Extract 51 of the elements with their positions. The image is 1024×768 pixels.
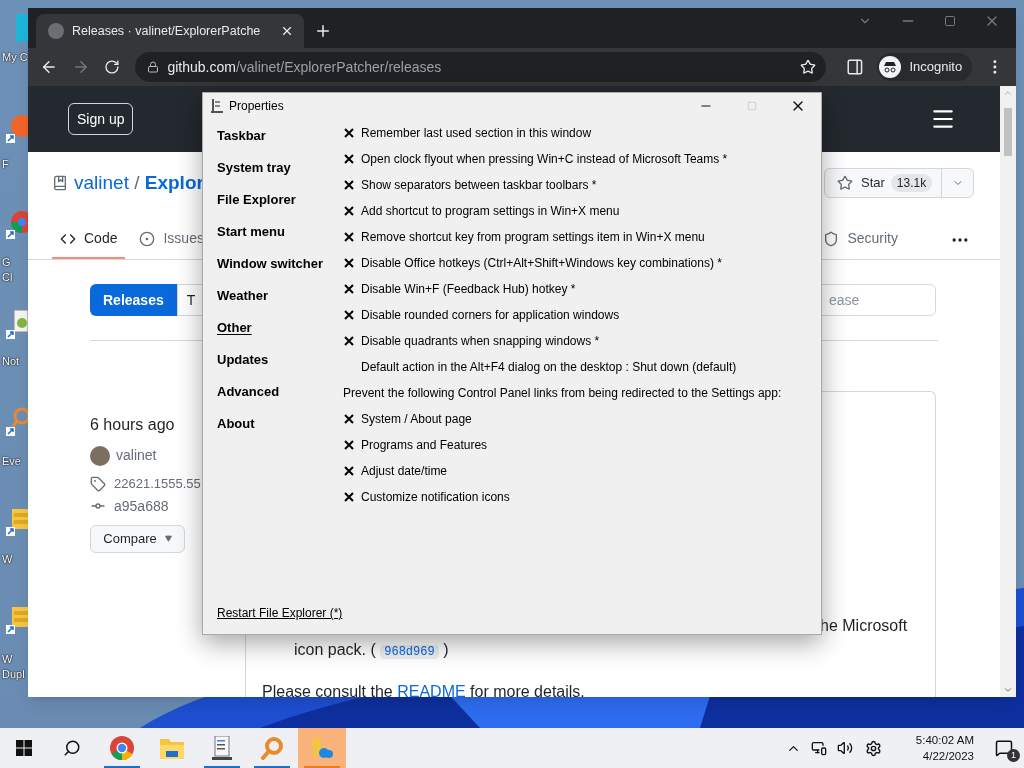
- option-label[interactable]: Disable Office hotkeys (Ctrl+Alt+Shift+Windows key combinations) *: [361, 254, 722, 272]
- option-label[interactable]: Default action in the Alt+F4 dialog on the desktop : Shut down (default): [361, 358, 737, 376]
- notification-count: 1: [1007, 749, 1020, 762]
- repo-title[interactable]: valinet / Explor: [74, 168, 204, 198]
- incognito-badge[interactable]: Incognito: [877, 53, 973, 81]
- readme-link[interactable]: README: [397, 683, 466, 697]
- restart-link[interactable]: Restart File Explorer (*): [217, 604, 343, 622]
- section-link[interactable]: About: [217, 414, 255, 434]
- profile-label: Incognito: [909, 58, 963, 77]
- option-label[interactable]: Programs and Features: [361, 436, 488, 454]
- clock[interactable]: 5:40:02 AM 4/22/2023: [904, 732, 974, 764]
- option-label[interactable]: System / About page: [361, 410, 472, 428]
- release-note: Please consult the README for more details.: [262, 682, 586, 697]
- star-count: 13.1k: [890, 174, 933, 192]
- tab-title: Releases · valinet/ExplorerPatche: [72, 22, 262, 40]
- release-time: 6 hours ago: [90, 415, 175, 435]
- subnav-tab[interactable]: Releases: [90, 284, 177, 316]
- author-name[interactable]: valinet: [116, 445, 157, 466]
- compare-button[interactable]: Compare: [90, 524, 185, 553]
- option-label[interactable]: Disable Win+F (Feedback Hub) hotkey *: [361, 280, 576, 298]
- option-label[interactable]: Add shortcut to program settings in Win+X menu: [361, 202, 620, 220]
- option-label[interactable]: Remove shortcut key from program settings item in Win+X menu: [361, 228, 705, 246]
- star-label: Star: [861, 174, 885, 193]
- commit-hash[interactable]: a95a688: [114, 495, 169, 517]
- tag-name[interactable]: 22621.1555.55: [114, 474, 201, 494]
- section-link[interactable]: Taskbar: [217, 126, 266, 146]
- sign-up-button[interactable]: Sign up: [68, 103, 134, 135]
- section-link[interactable]: Window switcher: [217, 254, 324, 274]
- option-label[interactable]: Remember last used section in this window: [361, 124, 592, 142]
- section-link[interactable]: Start menu: [217, 222, 285, 242]
- section-link[interactable]: System tray: [217, 158, 291, 178]
- window-title: Properties: [229, 98, 284, 115]
- url-text: github.com/valinet/ExplorerPatcher/releases: [167, 57, 443, 77]
- option-label[interactable]: Open clock flyout when pressing Win+C instead of Microsoft Teams *: [361, 150, 728, 168]
- section-link[interactable]: Weather: [217, 286, 269, 306]
- option-label[interactable]: Show separators between taskbar toolbars *: [361, 176, 597, 194]
- option-label[interactable]: Adjust date/time: [361, 462, 448, 480]
- commit-link[interactable]: 968d969: [380, 645, 439, 659]
- group-heading: Prevent the following Control Panel links from being redirected to the Settings app:: [343, 385, 782, 402]
- browser-tab[interactable]: Releases · valinet/ExplorerPatche: [36, 14, 304, 48]
- section-link[interactable]: Advanced: [217, 382, 280, 402]
- star-button[interactable]: Star 13.1k: [824, 168, 974, 198]
- section-link[interactable]: Updates: [217, 350, 269, 370]
- release-note: icon pack. ( 968d969 ): [293, 640, 450, 661]
- option-label[interactable]: Disable rounded corners for application windows: [361, 306, 620, 324]
- repo-tab[interactable]: Code: [52, 220, 126, 259]
- option-label[interactable]: Disable quadrants when snapping windows *: [361, 332, 600, 350]
- address-bar[interactable]: github.com/valinet/ExplorerPatcher/releases: [135, 52, 826, 82]
- option-label[interactable]: Customize notification icons: [361, 488, 510, 506]
- section-link[interactable]: Other: [217, 318, 252, 338]
- section-link[interactable]: File Explorer: [217, 190, 296, 210]
